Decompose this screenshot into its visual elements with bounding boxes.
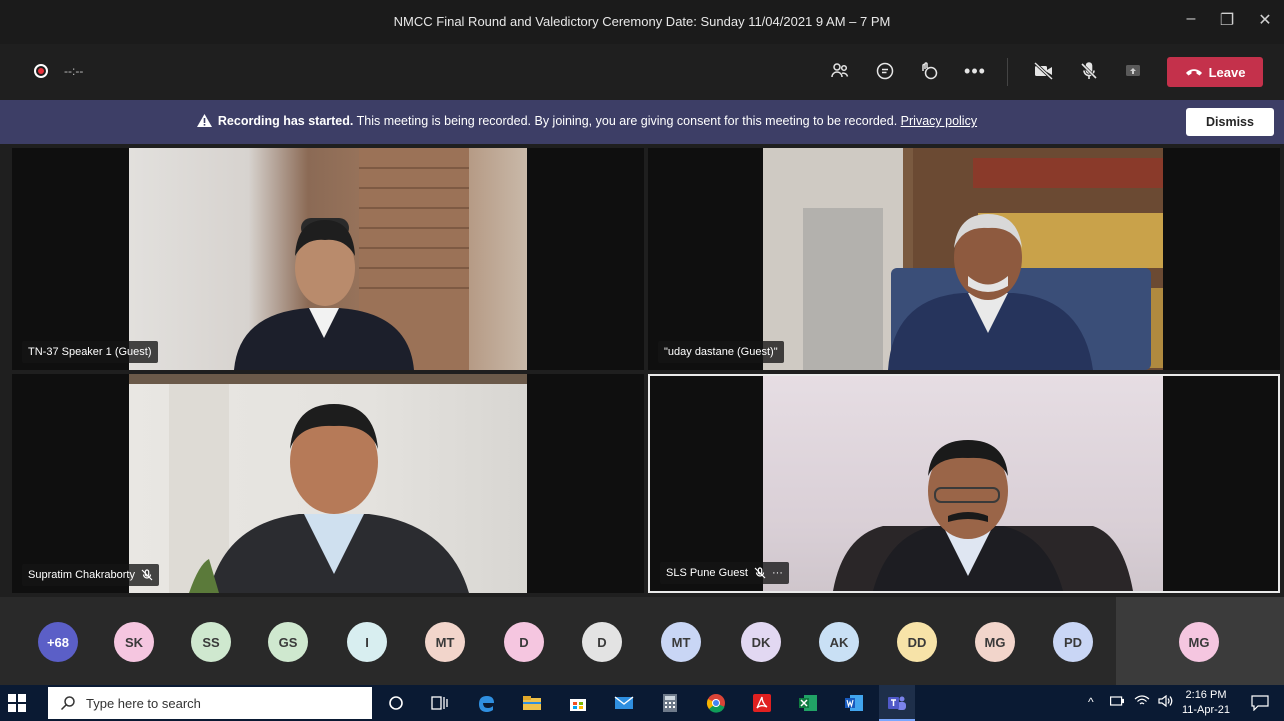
video-tile-active-speaker[interactable]: SLS Pune Guest ··· (648, 374, 1280, 593)
recording-banner: Recording has started. This meeting is b… (0, 100, 1284, 144)
leave-button[interactable]: Leave (1167, 57, 1263, 87)
meeting-title: NMCC Final Round and Valedictory Ceremon… (393, 14, 891, 29)
chat-icon (876, 62, 894, 80)
title-bar: NMCC Final Round and Valedictory Ceremon… (0, 0, 1284, 44)
battery-icon[interactable] (1110, 695, 1125, 709)
share-button[interactable] (1118, 56, 1148, 86)
raise-hand-icon (922, 62, 938, 80)
meeting-toolbar: --:-- ••• Leave (0, 44, 1284, 100)
warning-icon (196, 114, 212, 127)
minimize-button[interactable]: – (1176, 10, 1206, 28)
participant-avatar[interactable]: PD (1053, 622, 1093, 662)
recording-indicator-icon (34, 64, 48, 78)
close-button[interactable]: ✕ (1250, 10, 1280, 30)
speaker-silhouette (833, 440, 1133, 591)
participant-avatar[interactable]: DD (897, 622, 937, 662)
taskbar-clock[interactable]: 2:16 PM 11-Apr-21 (1180, 688, 1232, 718)
windows-start-icon[interactable] (8, 694, 26, 712)
camera-toggle-button[interactable] (1029, 56, 1059, 86)
participant-avatar[interactable]: MG (975, 622, 1015, 662)
video-feed (763, 148, 1163, 370)
video-feed (129, 148, 527, 370)
people-icon (831, 63, 849, 78)
mic-off-icon (754, 567, 766, 579)
participant-name-tag: "uday dastane (Guest)" (658, 341, 784, 363)
participant-avatar[interactable]: D (582, 622, 622, 662)
banner-body: This meeting is being recorded. By joini… (356, 114, 898, 128)
mic-off-icon (141, 569, 153, 581)
mic-off-icon (1080, 62, 1098, 80)
store-icon[interactable] (566, 691, 590, 715)
calculator-icon[interactable] (658, 691, 682, 715)
participant-name-tag: TN-37 Speaker 1 (Guest) (22, 341, 158, 363)
cortana-icon[interactable] (384, 691, 408, 715)
volume-icon[interactable] (1158, 694, 1174, 710)
mic-toggle-button[interactable] (1074, 56, 1104, 86)
windows-taskbar: Type here to search ^ 2:16 PM 11-Apr-21 (0, 685, 1284, 721)
participant-avatar[interactable]: AK (819, 622, 859, 662)
participant-avatar[interactable]: MT (661, 622, 701, 662)
file-explorer-icon[interactable] (520, 691, 544, 715)
participant-name-tag: SLS Pune Guest ··· (660, 562, 789, 584)
video-tile[interactable]: TN-37 Speaker 1 (Guest) (12, 148, 644, 370)
participants-strip: +68 SK SS GS I MT D D MT DK AK DD MG PD MG (0, 597, 1284, 685)
speaker-silhouette (129, 374, 527, 593)
acrobat-icon[interactable] (750, 691, 774, 715)
phone-hangup-icon (1185, 69, 1202, 76)
recording-time: --:-- (64, 64, 84, 78)
reactions-button[interactable] (914, 56, 944, 86)
mail-icon[interactable] (612, 691, 636, 715)
search-icon (60, 696, 75, 711)
share-screen-icon (1126, 65, 1140, 76)
leave-label: Leave (1208, 64, 1246, 80)
toolbar-divider (1007, 58, 1008, 86)
video-tile[interactable]: "uday dastane (Guest)" (648, 148, 1280, 370)
wifi-icon[interactable] (1134, 695, 1150, 710)
chat-button[interactable] (870, 56, 900, 86)
participant-avatar[interactable]: DK (741, 622, 781, 662)
participant-avatar[interactable]: D (504, 622, 544, 662)
clock-date: 11-Apr-21 (1181, 704, 1231, 716)
participant-avatar[interactable]: MT (425, 622, 465, 662)
participants-button[interactable] (825, 56, 855, 86)
edge-icon[interactable] (474, 691, 498, 715)
search-placeholder: Type here to search (86, 695, 201, 711)
clock-time: 2:16 PM (1185, 689, 1227, 701)
speaker-silhouette (763, 148, 1163, 370)
more-options-button[interactable]: ••• (960, 56, 990, 86)
video-feed (763, 376, 1163, 591)
participant-avatar[interactable]: GS (268, 622, 308, 662)
task-view-icon[interactable] (428, 691, 452, 715)
chrome-icon[interactable] (704, 691, 728, 715)
excel-icon[interactable] (796, 691, 820, 715)
taskbar-search-input[interactable]: Type here to search (48, 687, 372, 719)
participant-avatar[interactable]: I (347, 622, 387, 662)
participant-name-tag: Supratim Chakraborty (22, 564, 159, 586)
notifications-icon[interactable] (1248, 691, 1272, 715)
teams-icon[interactable] (885, 691, 909, 715)
tray-chevron-icon[interactable]: ^ (1088, 695, 1094, 709)
dismiss-button[interactable]: Dismiss (1186, 108, 1274, 136)
more-participants-avatar[interactable]: +68 (38, 622, 78, 662)
video-tile[interactable]: Supratim Chakraborty (12, 374, 644, 593)
maximize-button[interactable]: ❐ (1212, 10, 1242, 30)
privacy-policy-link[interactable]: Privacy policy (901, 114, 977, 128)
participant-avatar[interactable]: MG (1179, 622, 1219, 662)
participant-avatar[interactable]: SK (114, 622, 154, 662)
camera-off-icon (1033, 61, 1054, 81)
participant-avatar[interactable]: SS (191, 622, 231, 662)
word-icon[interactable] (842, 691, 866, 715)
video-feed (129, 374, 527, 593)
banner-message: Recording has started. This meeting is b… (0, 114, 1174, 128)
speaker-silhouette (234, 148, 469, 370)
participant-more-button[interactable]: ··· (772, 567, 783, 579)
banner-title: Recording has started. (217, 114, 354, 128)
